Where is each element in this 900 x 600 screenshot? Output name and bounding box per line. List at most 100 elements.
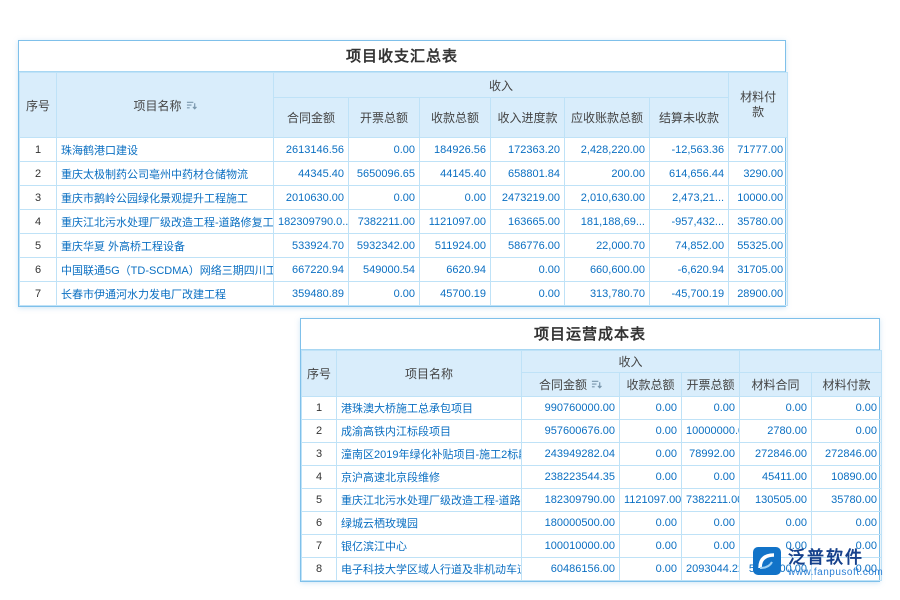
fanpu-logo-icon <box>752 546 782 581</box>
value-cell: 0.00 <box>740 397 812 420</box>
value-cell: 0.00 <box>620 558 682 581</box>
group-header-income: 收入 <box>522 351 740 373</box>
income-expense-summary-panel: 项目收支汇总表 序号 项目名称 收入 材料付款 合同金额 开票总额 收款总额 收… <box>18 40 786 307</box>
project-name-link[interactable]: 重庆市鹅岭公园绿化景观提升工程施工 <box>57 186 274 210</box>
value-cell: 0.00 <box>740 512 812 535</box>
value-cell: -6,620.94 <box>650 258 729 282</box>
value-cell: -957,432... <box>650 210 729 234</box>
project-name-link[interactable]: 重庆江北污水处理厂级改造工程-道路修复工 <box>57 210 274 234</box>
value-cell: 1121097.00 <box>620 489 682 512</box>
value-cell: 200.00 <box>565 162 650 186</box>
value-cell: 0.00 <box>349 138 420 162</box>
table2-group-header-row: 序号 项目名称 收入 <box>302 351 882 373</box>
value-cell: 44345.40 <box>274 162 349 186</box>
sort-icon[interactable] <box>186 100 197 114</box>
value-cell: 0.00 <box>420 186 491 210</box>
logo-name: 泛普软件 <box>788 549 883 568</box>
value-cell: 2613146.56 <box>274 138 349 162</box>
value-cell: 35780.00 <box>729 210 788 234</box>
project-name-link[interactable]: 电子科技大学区域人行道及非机动车道工 <box>337 558 522 581</box>
table1-body: 1珠海鹤港口建设2613146.560.00184926.56172363.20… <box>20 138 788 306</box>
table-row: 7长春市伊通河水力发电厂改建工程359480.890.0045700.190.0… <box>20 282 788 306</box>
row-index: 4 <box>20 210 57 234</box>
value-cell: 0.00 <box>620 466 682 489</box>
value-cell: 44145.40 <box>420 162 491 186</box>
col-header-project-name[interactable]: 项目名称 <box>57 73 274 138</box>
value-cell: 31705.00 <box>729 258 788 282</box>
value-cell: 35780.00 <box>812 489 882 512</box>
value-cell: 0.00 <box>682 512 740 535</box>
project-name-link[interactable]: 银亿滨江中心 <box>337 535 522 558</box>
value-cell: 100010000.00 <box>522 535 620 558</box>
table-row: 3重庆市鹅岭公园绿化景观提升工程施工2010630.000.000.002473… <box>20 186 788 210</box>
row-index: 7 <box>20 282 57 306</box>
value-cell: -12,563.36 <box>650 138 729 162</box>
value-cell: 2,010,630.00 <box>565 186 650 210</box>
value-cell: 0.00 <box>620 512 682 535</box>
value-cell: 0.00 <box>620 397 682 420</box>
value-cell: 10890.00 <box>812 466 882 489</box>
value-cell: 0.00 <box>812 397 882 420</box>
value-cell: 0.00 <box>620 443 682 466</box>
value-cell: 55325.00 <box>729 234 788 258</box>
col-header-settled-unreceived: 结算未收款 <box>650 98 729 138</box>
value-cell: 10000.00 <box>729 186 788 210</box>
col-header-no: 序号 <box>20 73 57 138</box>
value-cell: 658801.84 <box>491 162 565 186</box>
project-name-link[interactable]: 重庆华夏 外高桥工程设备 <box>57 234 274 258</box>
project-name-link[interactable]: 长春市伊通河水力发电厂改建工程 <box>57 282 274 306</box>
project-name-link[interactable]: 京沪高速北京段维修 <box>337 466 522 489</box>
col-header-income-progress: 收入进度款 <box>491 98 565 138</box>
project-name-link[interactable]: 重庆江北污水处理厂级改造工程-道路修复 <box>337 489 522 512</box>
project-name-link[interactable]: 潼南区2019年绿化补贴项目-施工2标段 <box>337 443 522 466</box>
table-row: 3潼南区2019年绿化补贴项目-施工2标段243949282.040.00789… <box>302 443 882 466</box>
table-row: 6中国联通5G（TD-SCDMA）网络三期四川工667220.94549000.… <box>20 258 788 282</box>
col-header-material-payment: 材料付款 <box>812 373 882 397</box>
value-cell: 2473219.00 <box>491 186 565 210</box>
value-cell: 0.00 <box>349 282 420 306</box>
value-cell: 0.00 <box>682 397 740 420</box>
value-cell: 163665.00 <box>491 210 565 234</box>
row-index: 2 <box>302 420 337 443</box>
value-cell: 74,852.00 <box>650 234 729 258</box>
col-header-contract-amount[interactable]: 合同金额 <box>522 373 620 397</box>
value-cell: 2010630.00 <box>274 186 349 210</box>
value-cell: 614,656.44 <box>650 162 729 186</box>
value-cell: 6620.94 <box>420 258 491 282</box>
value-cell: 586776.00 <box>491 234 565 258</box>
row-index: 6 <box>20 258 57 282</box>
row-index: 3 <box>302 443 337 466</box>
value-cell: 0.00 <box>620 535 682 558</box>
value-cell: 2780.00 <box>740 420 812 443</box>
table-row: 4京沪高速北京段维修238223544.350.000.0045411.0010… <box>302 466 882 489</box>
row-index: 6 <box>302 512 337 535</box>
col-header-receivable-total: 应收账款总额 <box>565 98 650 138</box>
col-header-invoiced-total: 开票总额 <box>682 373 740 397</box>
project-name-link[interactable]: 珠海鹤港口建设 <box>57 138 274 162</box>
table2-title: 项目运营成本表 <box>301 319 879 350</box>
income-expense-summary-table: 序号 项目名称 收入 材料付款 合同金额 开票总额 收款总额 收入进度款 应收账… <box>19 72 788 306</box>
row-index: 8 <box>302 558 337 581</box>
value-cell: 7382211.00 <box>349 210 420 234</box>
value-cell: 0.00 <box>682 466 740 489</box>
value-cell: 28900.00 <box>729 282 788 306</box>
sort-icon[interactable] <box>591 379 602 393</box>
value-cell: 181,188,69... <box>565 210 650 234</box>
value-cell: 359480.89 <box>274 282 349 306</box>
table1-group-header-row: 序号 项目名称 收入 材料付款 <box>20 73 788 98</box>
row-index: 3 <box>20 186 57 210</box>
group-header-income: 收入 <box>274 73 729 98</box>
row-index: 2 <box>20 162 57 186</box>
row-index: 5 <box>302 489 337 512</box>
project-name-link[interactable]: 中国联通5G（TD-SCDMA）网络三期四川工 <box>57 258 274 282</box>
value-cell: 238223544.35 <box>522 466 620 489</box>
project-name-link[interactable]: 绿城云栖玫瑰园 <box>337 512 522 535</box>
value-cell: 2,473,21... <box>650 186 729 210</box>
col-header-material-contract: 材料合同 <box>740 373 812 397</box>
project-name-link[interactable]: 重庆太极制药公司亳州中药材仓储物流 <box>57 162 274 186</box>
project-name-link[interactable]: 成渝高铁内江标段项目 <box>337 420 522 443</box>
project-name-link[interactable]: 港珠澳大桥施工总承包项目 <box>337 397 522 420</box>
value-cell: 184926.56 <box>420 138 491 162</box>
value-cell: -45,700.19 <box>650 282 729 306</box>
table-row: 6绿城云栖玫瑰园180000500.000.000.000.000.00 <box>302 512 882 535</box>
